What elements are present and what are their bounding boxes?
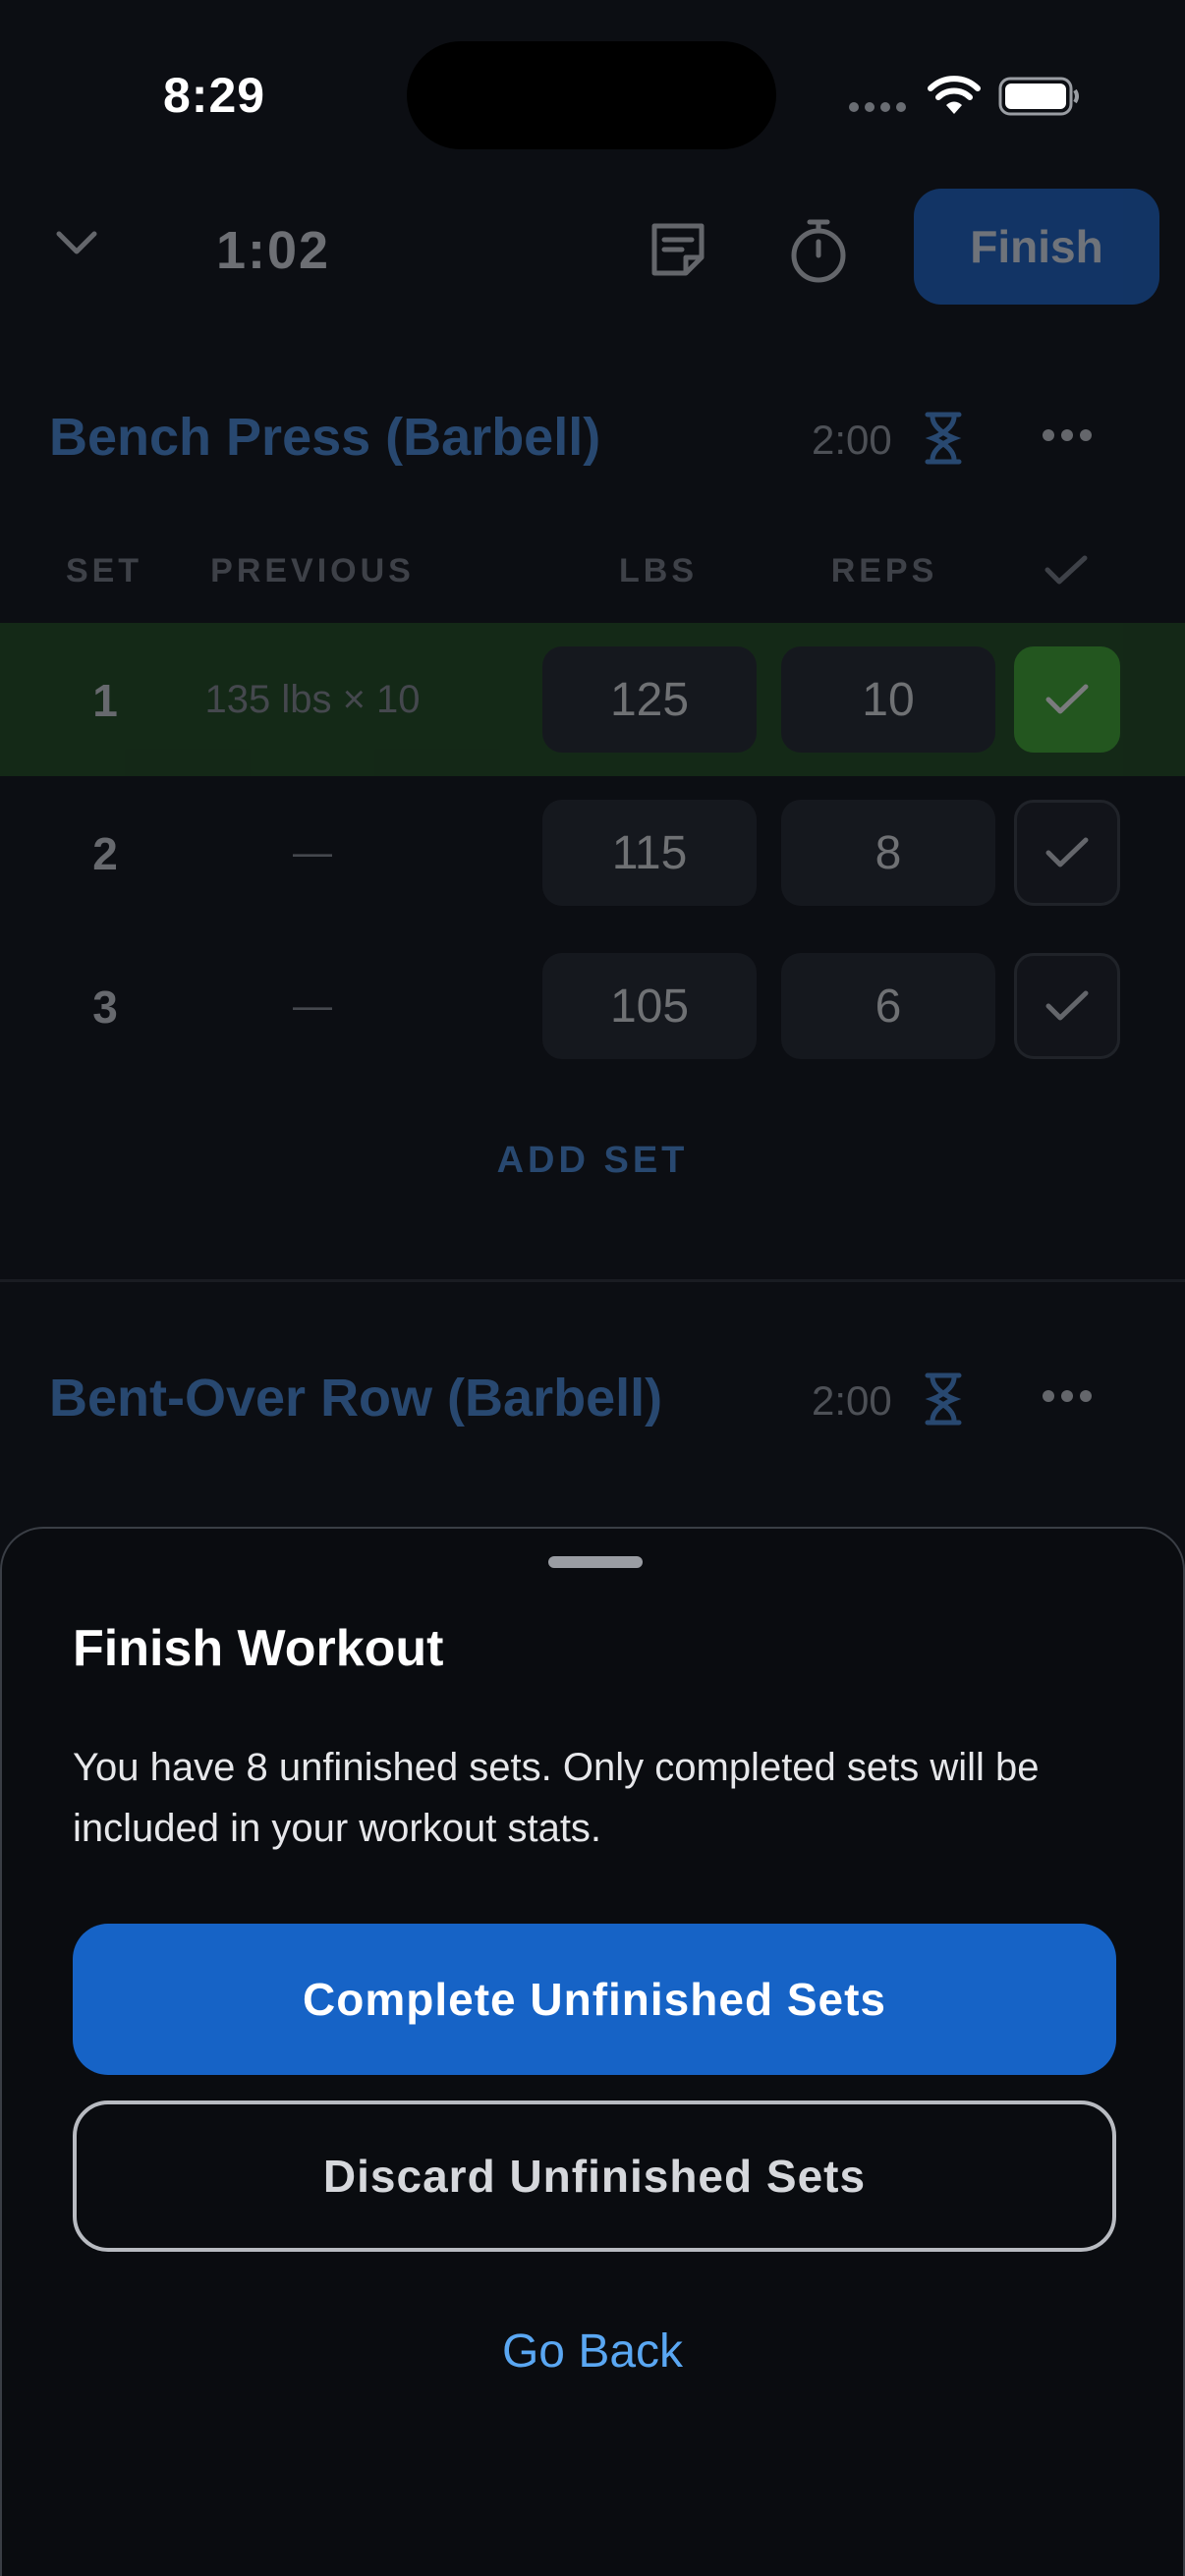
column-header-lbs: LBS xyxy=(619,552,698,589)
wifi-icon xyxy=(928,75,981,121)
sheet-grabber[interactable] xyxy=(548,1556,643,1568)
set-complete-toggle[interactable] xyxy=(1014,953,1120,1059)
weight-input[interactable]: 125 xyxy=(542,646,757,753)
weight-input[interactable]: 105 xyxy=(542,953,757,1059)
exercise-title[interactable]: Bench Press (Barbell) xyxy=(49,407,600,468)
complete-unfinished-sets-button[interactable]: Complete Unfinished Sets xyxy=(73,1924,1116,2075)
sheet-message: You have 8 unfinished sets. Only complet… xyxy=(73,1746,1040,1850)
set-complete-toggle[interactable] xyxy=(1014,800,1120,906)
set-row: 3 — 105 6 xyxy=(0,929,1185,1083)
reps-input[interactable]: 6 xyxy=(781,953,995,1059)
previous-value[interactable]: 135 lbs × 10 xyxy=(187,678,438,722)
set-row: 2 — 115 8 xyxy=(0,776,1185,929)
go-back-button[interactable]: Go Back xyxy=(2,2324,1183,2379)
set-number[interactable]: 1 xyxy=(69,674,141,727)
battery-icon xyxy=(998,77,1081,121)
column-header-reps: REPS xyxy=(830,552,938,589)
hourglass-icon[interactable] xyxy=(924,1372,963,1431)
column-header-set: SET xyxy=(65,552,143,589)
rest-timer-value[interactable]: 2:00 xyxy=(812,1377,892,1425)
stopwatch-icon[interactable] xyxy=(786,216,851,290)
exercise-title[interactable]: Bent-Over Row (Barbell) xyxy=(49,1368,662,1428)
sheet-title: Finish Workout xyxy=(73,1620,444,1677)
previous-value[interactable]: — xyxy=(187,984,438,1029)
checkmark-icon xyxy=(1045,684,1089,714)
checkmark-icon xyxy=(1045,837,1089,868)
checkmark-icon xyxy=(1044,554,1089,594)
rest-timer-value[interactable]: 2:00 xyxy=(812,417,892,464)
more-icon[interactable] xyxy=(1042,1389,1093,1408)
set-number[interactable]: 2 xyxy=(69,827,141,880)
more-icon[interactable] xyxy=(1042,428,1093,447)
set-row: 1 135 lbs × 10 125 10 xyxy=(0,623,1185,776)
column-header-previous: PREVIOUS xyxy=(210,552,415,589)
hourglass-icon[interactable] xyxy=(924,411,963,471)
dynamic-island xyxy=(407,41,776,149)
status-bar: 8:29 xyxy=(0,0,1185,167)
status-time: 8:29 xyxy=(163,68,266,123)
finish-workout-sheet: Finish Workout You have 8 unfinished set… xyxy=(0,1527,1185,2576)
signal-icon xyxy=(849,102,906,112)
set-number[interactable]: 3 xyxy=(69,980,141,1034)
reps-input[interactable]: 8 xyxy=(781,800,995,906)
add-set-button[interactable]: ADD SET xyxy=(0,1140,1185,1182)
notes-icon[interactable] xyxy=(647,218,709,286)
checkmark-icon xyxy=(1045,990,1089,1021)
reps-input[interactable]: 10 xyxy=(781,646,995,753)
set-complete-toggle[interactable] xyxy=(1014,646,1120,753)
weight-input[interactable]: 115 xyxy=(542,800,757,906)
divider xyxy=(0,1279,1185,1282)
discard-unfinished-sets-button[interactable]: Discard Unfinished Sets xyxy=(73,2100,1116,2252)
previous-value[interactable]: — xyxy=(187,831,438,875)
elapsed-timer: 1:02 xyxy=(216,221,331,280)
finish-button[interactable]: Finish xyxy=(914,189,1159,305)
workout-top-bar: 1:02 Finish xyxy=(0,167,1185,324)
chevron-down-icon[interactable] xyxy=(55,228,98,262)
